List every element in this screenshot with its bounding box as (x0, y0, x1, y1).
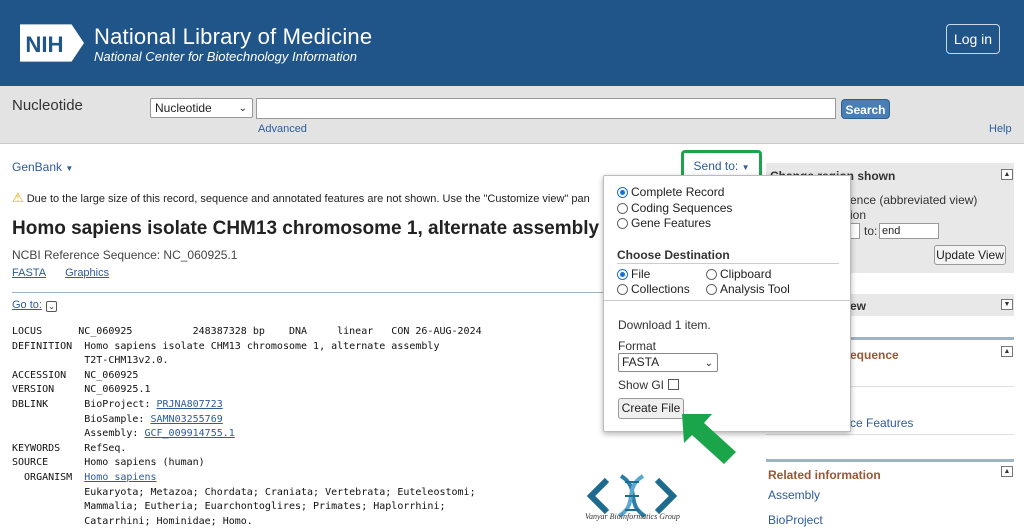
region-end-input[interactable]: end (879, 223, 939, 239)
radio[interactable] (617, 217, 628, 229)
download-count: Download 1 item. (618, 318, 711, 332)
expand-icon[interactable]: ▼ (1001, 299, 1013, 310)
region-option-text-2: ion (850, 208, 867, 222)
help-link[interactable]: Help (989, 123, 1012, 135)
collapse-icon[interactable]: ▲ (1001, 466, 1013, 477)
organism-link[interactable]: Homo sapiens (84, 472, 156, 483)
radio-selected[interactable] (617, 186, 628, 198)
nih-logo[interactable]: NIH (20, 22, 84, 64)
radio[interactable] (617, 202, 628, 214)
region-to-label: to: (864, 224, 878, 238)
send-to-dropdown: Complete Record Coding Sequences Gene Fe… (603, 175, 852, 432)
goto-menu[interactable]: Go to: ⌄ (12, 299, 57, 312)
related-info-title: Related information (768, 468, 881, 482)
warning-icon: ⚠ (12, 190, 24, 205)
nih-logo-icon: NIH (20, 24, 84, 62)
chevron-down-icon: ⌄ (704, 358, 713, 369)
related-divider (766, 434, 1014, 435)
region-option-text: ence (abbreviated view) (850, 193, 978, 207)
send-to-label: Send to: (693, 159, 739, 173)
show-gi-label: Show GI (618, 378, 665, 392)
update-view-button[interactable]: Update View (934, 245, 1006, 265)
divider (604, 300, 852, 301)
caret-down-icon: ▼ (741, 163, 750, 172)
destination-analysis-tool[interactable]: Analysis Tool (706, 282, 790, 296)
collapse-icon[interactable]: ▲ (1001, 169, 1013, 180)
search-button[interactable]: Search (841, 99, 890, 119)
database-select-value: Nucleotide (155, 101, 212, 115)
warning-text: Due to the large size of this record, se… (26, 193, 590, 205)
nih-logo-text: NIH (25, 32, 63, 57)
create-file-button[interactable]: Create File (618, 398, 684, 419)
refseq-id: NCBI Reference Sequence: NC_060925.1 (12, 248, 238, 262)
format-label: Format (618, 339, 657, 353)
radio[interactable] (706, 268, 717, 280)
format-select[interactable]: FASTA ⌄ (618, 353, 718, 372)
destination-clipboard[interactable]: Clipboard (706, 267, 771, 281)
destination-heading: Choose Destination (617, 248, 730, 262)
show-gi[interactable]: Show GI (618, 378, 680, 392)
format-select-value: FASTA (622, 355, 660, 369)
fasta-link[interactable]: FASTA (12, 267, 46, 279)
destination-file[interactable]: File (617, 267, 650, 281)
view-links: FASTA Graphics (12, 267, 125, 279)
site-subtitle: National Center for Biotechnology Inform… (94, 49, 358, 64)
customize-view-title: ew (850, 299, 867, 313)
bioproject-link[interactable]: PRJNA807723 (157, 399, 223, 410)
destination-collections[interactable]: Collections (617, 282, 690, 296)
divider (617, 263, 839, 264)
chevron-down-icon: ⌄ (45, 301, 57, 312)
size-warning: ⚠ Due to the large size of this record, … (12, 190, 602, 206)
related-bioproject-link[interactable]: BioProject (768, 513, 823, 527)
graphics-link[interactable]: Graphics (65, 267, 109, 279)
advanced-search-link[interactable]: Advanced (258, 123, 307, 135)
option-gene-features[interactable]: Gene Features (617, 216, 711, 230)
radio-selected[interactable] (617, 268, 628, 280)
database-select[interactable]: Nucleotide ⌄ (150, 98, 253, 118)
divider (12, 292, 604, 293)
login-button[interactable]: Log in (946, 24, 1000, 54)
biosample-link[interactable]: SAMN03255769 (150, 414, 222, 425)
genbank-record: LOCUS NC_060925 248387328 bp DNA linear … (12, 326, 482, 527)
assembly-link[interactable]: GCF_009914755.1 (144, 428, 234, 439)
search-bar: Nucleotide Nucleotide ⌄ Search Advanced … (0, 86, 1024, 144)
watermark-text: Vanyar Bioinformatics Group (585, 512, 680, 521)
collapse-icon[interactable]: ▲ (1001, 346, 1013, 357)
pointer-arrow-icon (682, 414, 736, 464)
database-name: Nucleotide (12, 97, 83, 114)
radio[interactable] (617, 283, 628, 295)
related-assembly-link[interactable]: Assembly (768, 488, 820, 502)
radio[interactable] (706, 283, 717, 295)
search-input[interactable] (256, 98, 836, 119)
site-header: NIH National Library of Medicine Nationa… (0, 0, 1024, 86)
format-menu-label: GenBank (12, 160, 63, 174)
option-coding-sequences[interactable]: Coding Sequences (617, 201, 732, 215)
chevron-down-icon: ⌄ (238, 103, 247, 114)
site-title: National Library of Medicine (94, 24, 373, 49)
caret-down-icon: ▼ (65, 164, 74, 173)
option-complete-record[interactable]: Complete Record (617, 185, 724, 199)
record-title: Homo sapiens isolate CHM13 chromosome 1,… (12, 218, 600, 239)
features-link[interactable]: ce Features (850, 416, 913, 430)
related-info-header (766, 459, 1014, 462)
format-menu[interactable]: GenBank ▼ (12, 160, 73, 174)
goto-label: Go to: (12, 299, 42, 311)
analyze-sequence-title: equence (850, 348, 899, 362)
show-gi-checkbox[interactable] (668, 379, 680, 390)
